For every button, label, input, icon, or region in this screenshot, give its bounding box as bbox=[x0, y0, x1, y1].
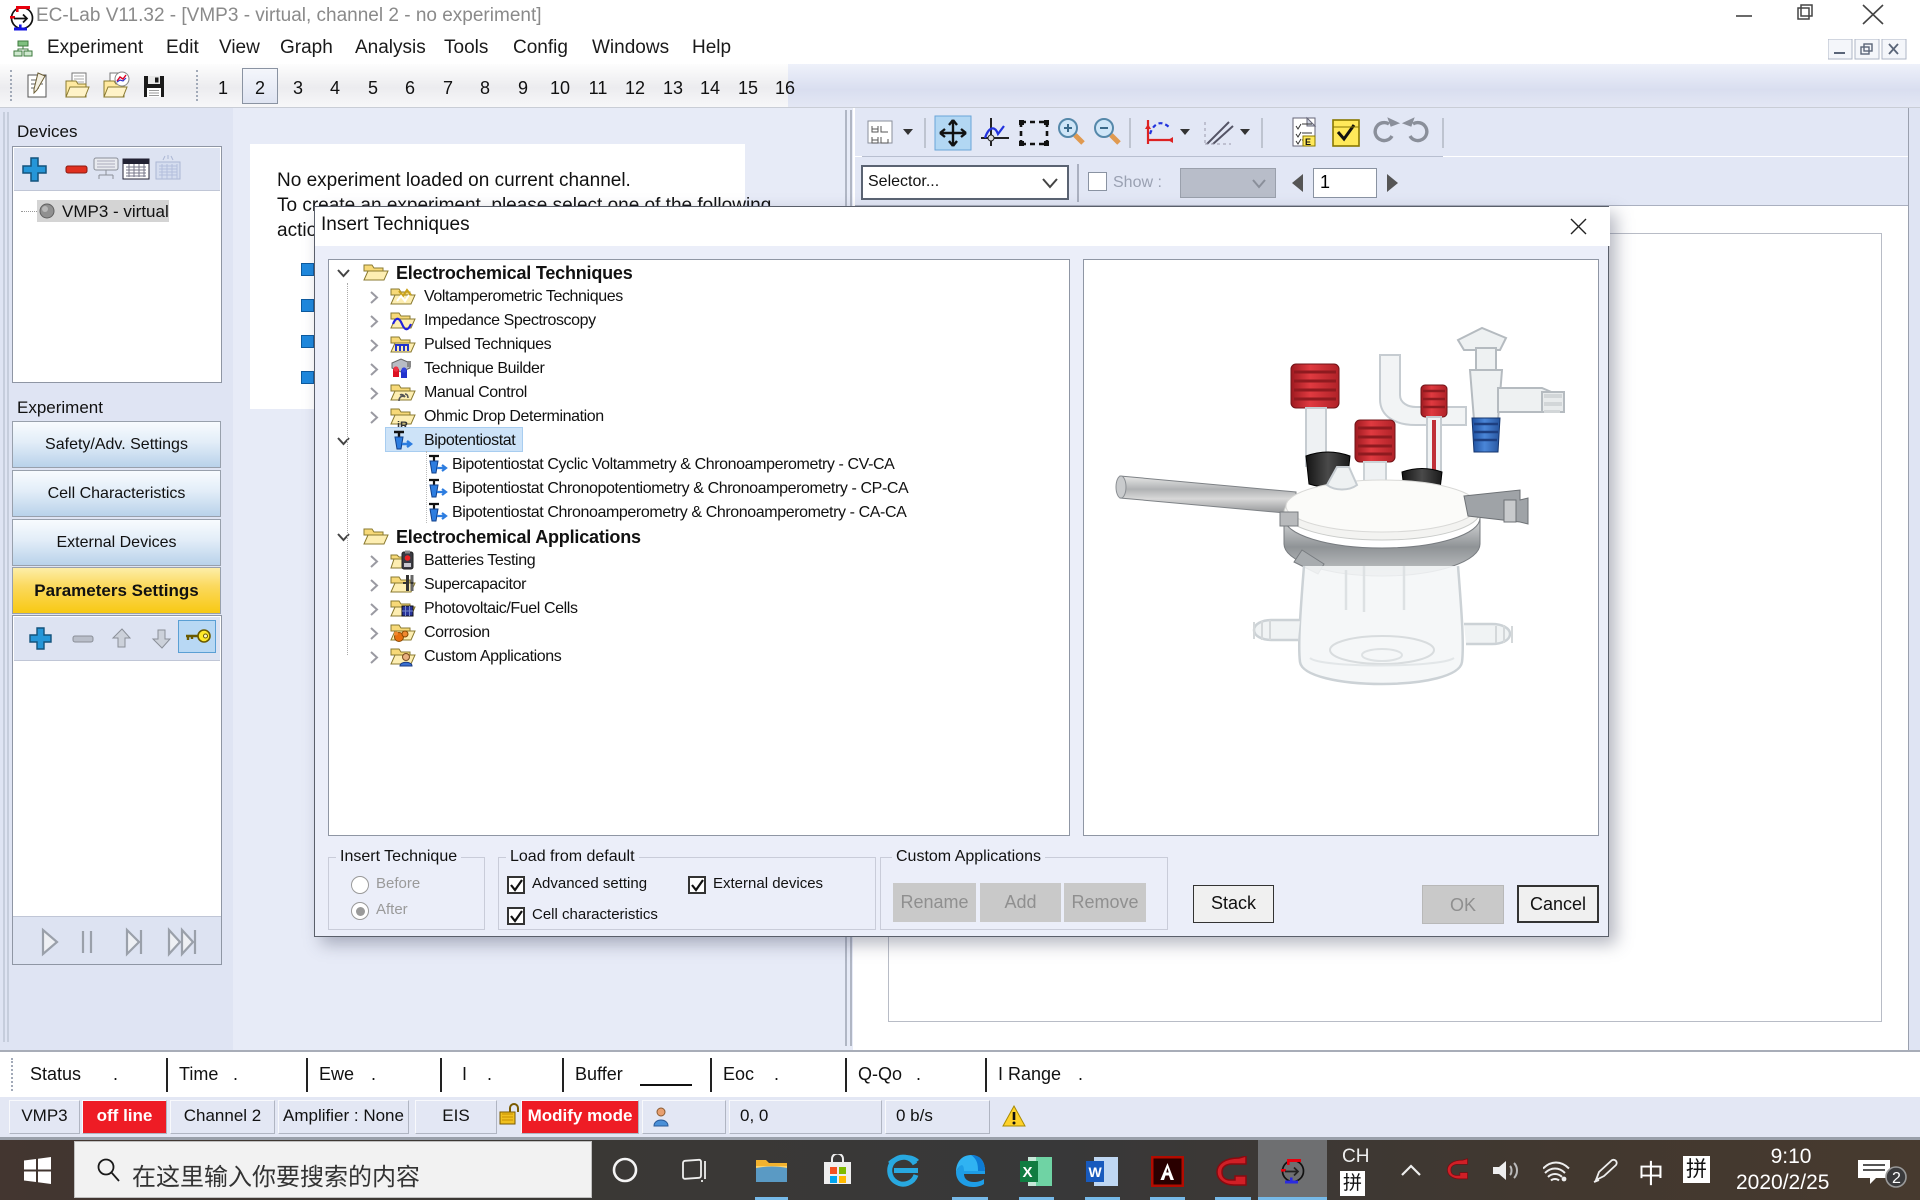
svg-text:X: X bbox=[1023, 1164, 1033, 1181]
svg-text:E: E bbox=[1305, 137, 1311, 147]
svg-text:W: W bbox=[1089, 1164, 1103, 1180]
svg-text:2: 2 bbox=[1892, 1170, 1901, 1187]
